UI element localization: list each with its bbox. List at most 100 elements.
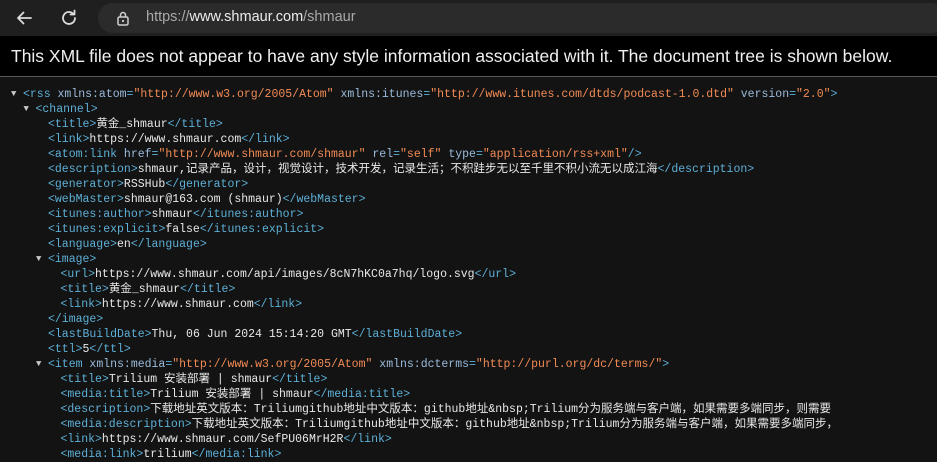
xml-text: shmaur,记录产品，设计，视觉设计，技术开发，记录生活；不积跬步无以至千里不… — [137, 163, 658, 176]
xml-line: <link>https://www.shmaur.com</link> — [48, 132, 290, 147]
xml-attr-value: "application/rss+xml" — [482, 148, 628, 161]
xml-text: https://www.shmaur.com — [101, 298, 254, 311]
xml-tag: <description> — [48, 163, 138, 176]
xml-tag: <title> — [60, 283, 109, 296]
xml-line: <language>en</language> — [48, 237, 207, 252]
xml-tag: <channel> — [35, 103, 98, 116]
xml-line: <link>https://www.shmaur.com/SefPU06MrH2… — [61, 432, 392, 447]
xml-tag: <media:description> — [60, 418, 192, 431]
xml-tag — [734, 88, 741, 101]
xml-attr-value: "http://www.itunes.com/dtds/podcast-1.0.… — [430, 88, 734, 101]
xml-text: https://www.shmaur.com/SefPU06MrH2R — [101, 433, 344, 446]
xml-tag: <link> — [48, 133, 90, 146]
xml-line: </image> — [48, 312, 103, 327]
collapse-toggle-icon[interactable]: ▼ — [11, 87, 16, 102]
back-button[interactable] — [10, 4, 38, 32]
xml-tag: <webMaster> — [48, 193, 124, 206]
xml-text: Thu, 06 Jun 2024 15:14:20 GMT — [151, 328, 352, 341]
xml-tag: </lastBuildDate> — [351, 328, 463, 341]
xml-line: <description>下载地址英文版本：Triliumgithub地址中文版… — [61, 402, 832, 417]
xml-line: <media:title>Trilium 安装部署 | shmaur</medi… — [61, 387, 411, 402]
xml-text: false — [165, 223, 200, 236]
reload-button[interactable] — [55, 4, 83, 32]
browser-toolbar: https://www.shmaur.com/shmaur — [0, 0, 937, 36]
xml-line: <item xmlns:media = "http://www.w3.org/200… — [48, 357, 669, 372]
xml-line: <title>黄金_shmaur</title> — [48, 117, 223, 132]
xml-tag: <title> — [48, 118, 97, 131]
xml-line: <image> — [48, 252, 96, 267]
xml-tag: </media:link> — [191, 448, 282, 461]
xml-style-notice: This XML file does not appear to have an… — [0, 36, 937, 77]
xml-tag: > — [830, 88, 838, 101]
xml-attr-name: xmlns:atom — [57, 88, 127, 101]
xml-line: <url>https://www.shmaur.com/api/images/8… — [61, 267, 517, 282]
xml-tag: </webMaster> — [282, 193, 366, 206]
xml-tag: </ttl> — [89, 343, 131, 356]
xml-line: <link>https://www.shmaur.com</link> — [61, 297, 303, 312]
xml-line: <media:description>下载地址英文版本：Triliumgithu… — [61, 417, 838, 432]
xml-text: https://www.shmaur.com/api/images/8cN7hK… — [95, 268, 475, 281]
xml-tag: <generator> — [48, 178, 124, 191]
xml-tag: <link> — [60, 298, 102, 311]
url-prefix: https:// — [146, 9, 190, 25]
xml-line: <media:link>trilium</media:link> — [61, 447, 282, 462]
xml-tag: <lastBuildDate> — [48, 328, 152, 341]
xml-attr-value: "http://purl.org/dc/terms/" — [475, 358, 663, 371]
xml-line: <rss xmlns:atom = "http://www.w3.org/2005/… — [23, 87, 837, 102]
site-info-icon[interactable] — [115, 10, 131, 26]
xml-tag: <item — [48, 358, 90, 371]
xml-line: <lastBuildDate>Thu, 06 Jun 2024 15:14:20… — [48, 327, 462, 342]
xml-line: <title>Trilium 安装部署 | shmaur</title> — [61, 372, 328, 387]
xml-text: en — [117, 238, 131, 251]
xml-text: Trilium 安装部署 | shmaur — [108, 373, 273, 386]
xml-tag: </link> — [241, 133, 290, 146]
xml-attr-value: "http://www.shmaur.com/shmaur" — [158, 148, 366, 161]
xml-text: https://www.shmaur.com — [89, 133, 242, 146]
xml-text: 黄金_shmaur — [96, 118, 168, 131]
xml-tag: = — [789, 88, 796, 101]
collapse-toggle-icon[interactable]: ▼ — [36, 357, 41, 372]
xml-tag: > — [662, 358, 670, 371]
xml-tag: <itunes:explicit> — [48, 223, 166, 236]
xml-line: <atom:link href = "http://www.shmaur.com/s… — [48, 147, 642, 162]
xml-tag: <url> — [60, 268, 96, 281]
xml-text: Trilium 安装部署 | shmaur — [150, 388, 314, 401]
xml-tag: <media:link> — [60, 448, 144, 461]
address-bar[interactable]: https://www.shmaur.com/shmaur — [98, 3, 937, 33]
collapse-toggle-icon[interactable]: ▼ — [24, 102, 29, 117]
xml-line: <ttl>5</ttl> — [48, 342, 131, 357]
xml-line: <itunes:explicit>false</itunes:explicit> — [48, 222, 324, 237]
xml-line: <description>shmaur,记录产品，设计，视觉设计，技术开发，记录… — [48, 162, 754, 177]
xml-line: <channel> — [36, 102, 98, 117]
xml-attr-name: version — [740, 88, 790, 101]
url-path: /shmaur — [303, 9, 356, 25]
xml-tag: </link> — [253, 298, 303, 311]
xml-tag: <description> — [60, 403, 151, 416]
xml-attr-value: "self" — [400, 148, 442, 161]
xml-tag: <image> — [48, 253, 97, 266]
xml-tag: </media:title> — [313, 388, 411, 401]
xml-tag: <ttl> — [48, 343, 83, 356]
xml-attr-value: "http://www.w3.org/2005/Atom" — [133, 88, 334, 101]
xml-text: shmaur — [151, 208, 193, 221]
xml-tag: </itunes:explicit> — [199, 223, 325, 236]
xml-tag: </title> — [167, 118, 223, 131]
xml-tag: <title> — [60, 373, 109, 386]
notice-text: This XML file does not appear to have an… — [11, 46, 893, 66]
xml-tag: </title> — [180, 283, 236, 296]
xml-tag: <rss — [23, 88, 58, 101]
xml-tag: </generator> — [165, 178, 249, 191]
xml-line: <generator>RSSHub</generator> — [48, 177, 248, 192]
xml-text: 下载地址英文版本：Triliumgithub地址中文版本：github地址&nb… — [191, 418, 838, 431]
xml-attr-value: "2.0" — [796, 88, 831, 101]
xml-tag: </itunes:author> — [192, 208, 304, 221]
xml-tag: /> — [627, 148, 642, 161]
xml-tag: </image> — [48, 313, 104, 326]
xml-text: trilium — [143, 448, 192, 461]
xml-attr-name: xmlns:itunes — [340, 88, 424, 101]
xml-line: <title>黄金_shmaur</title> — [61, 282, 236, 297]
xml-attr-name: xmlns:dcterms — [379, 358, 470, 371]
url-text[interactable]: https://www.shmaur.com/shmaur — [146, 9, 356, 25]
collapse-toggle-icon[interactable]: ▼ — [36, 252, 41, 267]
xml-attr-name: href — [123, 148, 152, 161]
